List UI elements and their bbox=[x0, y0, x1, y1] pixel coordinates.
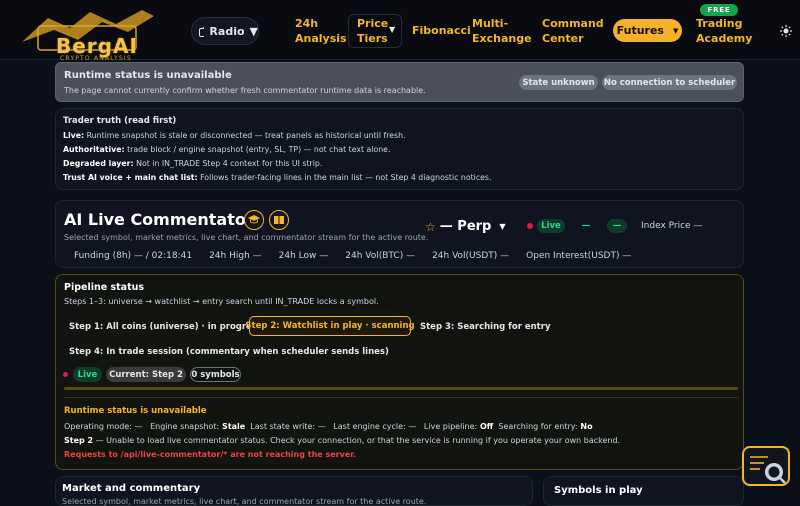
pipeline-step-1[interactable]: Step 1: All coins (universe) · in progre… bbox=[69, 317, 262, 337]
runtime-status-banner: Runtime status is unavailable The page c… bbox=[55, 62, 744, 102]
graduation-cap-icon[interactable] bbox=[244, 210, 264, 230]
metric-open-interest: Open Interest(USDT) — bbox=[526, 251, 632, 261]
pipeline-subtitle: Steps 1–3: universe → watchlist → entry … bbox=[64, 297, 379, 306]
runtime-banner-title: Runtime status is unavailable bbox=[64, 70, 232, 81]
pipeline-live-chip: Live bbox=[73, 367, 102, 382]
metric-24h-vol-usdt: 24h Vol(USDT) — bbox=[432, 251, 510, 261]
truth-row-live: Live: Runtime snapshot is stale or disco… bbox=[63, 131, 406, 140]
chat-fab-button[interactable] bbox=[742, 446, 790, 486]
pipeline-heading: Pipeline status bbox=[64, 282, 145, 293]
pipeline-step-4[interactable]: Step 4: In trade session (commentary whe… bbox=[69, 342, 389, 362]
bergai-logo[interactable]: BergAI CRYPTO ANALYSIS bbox=[18, 6, 158, 62]
scheduler-connection-pill: No connection to scheduler bbox=[602, 75, 737, 90]
truth-row-authoritative: Authoritative: trade block / engine snap… bbox=[63, 145, 391, 154]
pipeline-status-panel: Pipeline status Steps 1–3: universe → wa… bbox=[55, 274, 744, 470]
symbols-heading: Symbols in play bbox=[554, 485, 643, 496]
symbols-in-play-panel: Symbols in play bbox=[543, 476, 744, 506]
live-dot-icon bbox=[63, 372, 68, 377]
radio-icon bbox=[199, 26, 205, 37]
star-icon[interactable]: ☆ bbox=[425, 220, 436, 234]
live-dash-2: — bbox=[607, 219, 627, 233]
trader-truth-panel: Trader truth (read first) Live: Runtime … bbox=[55, 108, 744, 190]
runtime-status-line: Operating mode: — Engine snapshot: Stale… bbox=[64, 422, 593, 431]
metric-24h-low: 24h Low — bbox=[278, 251, 329, 261]
nav-link-24h-analysis[interactable]: 24h Analysis bbox=[295, 16, 347, 46]
chat-search-icon bbox=[750, 456, 786, 484]
logo-subtitle: CRYPTO ANALYSIS bbox=[60, 55, 132, 62]
market-metrics-row: Funding (8h) — / 02:18:41 24h High — 24h… bbox=[74, 251, 631, 261]
truth-row-degraded: Degraded layer: Not in IN_TRADE Step 4 c… bbox=[63, 159, 323, 168]
market-subtitle: Selected symbol, market metrics, live ch… bbox=[62, 497, 427, 506]
api-error-message: Requests to /api/live-commentator/* are … bbox=[64, 450, 357, 459]
radio-button[interactable]: Radio ▼ bbox=[191, 17, 259, 45]
futures-label: Futures bbox=[616, 24, 664, 37]
market-heading: Market and commentary bbox=[62, 483, 201, 494]
metric-24h-vol-btc: 24h Vol(BTC) — bbox=[345, 251, 416, 261]
free-badge: FREE bbox=[700, 4, 738, 16]
commentator-title: AI Live Commentator bbox=[64, 210, 254, 229]
state-unknown-pill: State unknown bbox=[519, 75, 598, 90]
commentator-subtitle: Selected symbol, market metrics, live ch… bbox=[64, 233, 429, 242]
nav-link-trading-academy[interactable]: Trading Academy bbox=[696, 16, 752, 46]
pipeline-step-3[interactable]: Step 3: Searching for entry bbox=[420, 317, 550, 337]
ai-commentator-panel: AI Live Commentator Selected symbol, mar… bbox=[55, 200, 744, 268]
index-price: Index Price — bbox=[641, 221, 703, 231]
current-step-chip: Current: Step 2 bbox=[106, 367, 186, 382]
pipeline-step-2-active[interactable]: Step 2: Watchlist in play · scanning bbox=[245, 316, 415, 336]
symbol-label: — Perp bbox=[439, 219, 492, 234]
pipeline-error-heading: Runtime status is unavailable bbox=[64, 406, 207, 416]
book-icon[interactable] bbox=[269, 210, 289, 230]
theme-toggle-sun-icon[interactable] bbox=[780, 25, 792, 37]
futures-dropdown-button[interactable]: Futures ▼ bbox=[613, 19, 682, 42]
divider bbox=[64, 397, 738, 398]
market-commentary-panel: Market and commentary Selected symbol, m… bbox=[55, 476, 533, 506]
chevron-down-icon: ▼ bbox=[672, 26, 679, 35]
symbol-selector[interactable]: ☆ — Perp ▼ bbox=[425, 219, 506, 234]
runtime-banner-subtitle: The page cannot currently confirm whethe… bbox=[64, 86, 426, 95]
chevron-down-icon: ▼ bbox=[499, 222, 506, 231]
chevron-down-icon[interactable]: ▼ bbox=[389, 22, 395, 37]
top-navbar: BergAI CRYPTO ANALYSIS Radio ▼ 24h Analy… bbox=[0, 0, 800, 62]
metric-funding: Funding (8h) — / 02:18:41 bbox=[74, 251, 193, 261]
truth-row-trust-ai: Trust AI voice + main chat list: Follows… bbox=[63, 173, 492, 182]
nav-link-fibonacci[interactable]: Fibonacci bbox=[412, 23, 471, 38]
pipeline-progress-bar bbox=[64, 387, 738, 390]
trader-truth-heading: Trader truth (read first) bbox=[63, 116, 177, 126]
nav-link-price-tiers[interactable]: Price Tiers bbox=[357, 16, 388, 46]
nav-link-multi-exchange[interactable]: Multi- Exchange bbox=[472, 16, 532, 46]
live-dot-icon bbox=[527, 223, 533, 229]
chevron-down-icon: ▼ bbox=[249, 24, 258, 38]
radio-label: Radio bbox=[209, 24, 245, 38]
live-dash-1: — bbox=[581, 221, 591, 231]
symbols-count-chip: 0 symbols bbox=[190, 367, 241, 382]
live-badge: Live bbox=[537, 219, 565, 233]
nav-link-command-center[interactable]: Command Center bbox=[542, 16, 604, 46]
metric-24h-high: 24h High — bbox=[209, 251, 262, 261]
step2-error-line: Step 2 — Unable to load live commentator… bbox=[64, 436, 621, 445]
